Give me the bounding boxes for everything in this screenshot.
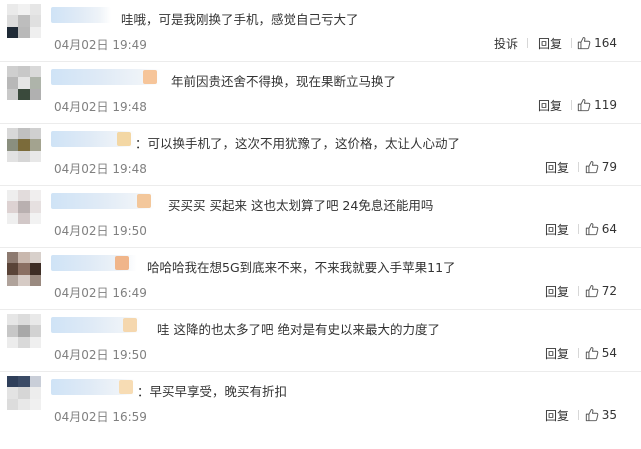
reply-button[interactable]: 回复 <box>545 345 569 362</box>
comment-time: 04月02日 19:48 <box>54 162 147 176</box>
comment-text: ：可以换手机了，这次不用犹豫了，这价格，太让人心动了 <box>135 136 461 151</box>
divider <box>527 38 528 48</box>
reply-button[interactable]: 回复 <box>538 97 562 114</box>
comment-item: 买买买 买起来 这也太划算了吧 24免息还能用吗 04月02日 19:50 回复… <box>0 186 641 248</box>
like-count: 79 <box>601 160 617 174</box>
badge-icon <box>123 318 137 332</box>
comment-text: 哈哈哈我在想5G到底来不来，不来我就要入手苹果11了 <box>147 260 456 275</box>
like-button[interactable]: 164 <box>577 35 617 51</box>
comment-item: 哇 这降的也太多了吧 绝对是有史以来最大的力度了 04月02日 19:50 回复… <box>0 310 641 372</box>
like-count: 164 <box>594 36 617 50</box>
comment-time: 04月02日 19:50 <box>54 348 147 362</box>
comment-time: 04月02日 19:50 <box>54 224 147 238</box>
thumbs-up-icon <box>585 161 599 174</box>
divider <box>578 286 579 296</box>
comment-time: 04月02日 19:49 <box>54 38 147 52</box>
reply-button[interactable]: 回复 <box>545 283 569 300</box>
username-blurred[interactable] <box>51 317 141 333</box>
username-blurred[interactable] <box>51 379 135 395</box>
avatar[interactable] <box>7 376 41 410</box>
username-blurred[interactable] <box>51 193 155 209</box>
divider <box>571 100 572 110</box>
comment-item: ：早买早享受，晚买有折扣 04月02日 16:59 回复 35 <box>0 372 641 449</box>
avatar[interactable] <box>7 128 41 162</box>
comment-text: 哇哦，可是我刚换了手机，感觉自己亏大了 <box>121 12 359 27</box>
divider <box>578 410 579 420</box>
avatar[interactable] <box>7 252 41 286</box>
thumbs-up-icon <box>585 409 599 422</box>
reply-button[interactable]: 回复 <box>538 35 562 52</box>
thumbs-up-icon <box>585 285 599 298</box>
comment-text: 买买买 买起来 这也太划算了吧 24免息还能用吗 <box>168 198 434 213</box>
badge-icon <box>117 132 131 146</box>
like-button[interactable]: 54 <box>585 345 617 361</box>
like-button[interactable]: 64 <box>585 221 617 237</box>
divider <box>578 162 579 172</box>
badge-icon <box>115 256 129 270</box>
reply-button[interactable]: 回复 <box>545 221 569 238</box>
reply-button[interactable]: 回复 <box>545 407 569 424</box>
badge-icon <box>119 380 133 394</box>
divider <box>578 348 579 358</box>
thumbs-up-icon <box>585 347 599 360</box>
comment-item: 年前因贵还舍不得换，现在果断立马换了 04月02日 19:48 回复 119 <box>0 62 641 124</box>
comment-item: 哇哦，可是我刚换了手机，感觉自己亏大了 04月02日 19:49 投诉 回复 1… <box>0 0 641 62</box>
avatar[interactable] <box>7 314 41 348</box>
like-button[interactable]: 35 <box>585 407 617 423</box>
badge-icon <box>137 194 151 208</box>
thumbs-up-icon <box>577 37 591 50</box>
divider <box>578 224 579 234</box>
thumbs-up-icon <box>577 99 591 112</box>
username-blurred[interactable] <box>51 69 161 85</box>
comment-time: 04月02日 16:49 <box>54 286 147 300</box>
username-blurred[interactable] <box>51 7 111 23</box>
like-count: 54 <box>601 346 617 360</box>
like-count: 35 <box>601 408 617 422</box>
reply-button[interactable]: 回复 <box>545 159 569 176</box>
thumbs-up-icon <box>585 223 599 236</box>
username-blurred[interactable] <box>51 255 137 271</box>
comment-item: ：可以换手机了，这次不用犹豫了，这价格，太让人心动了 04月02日 19:48 … <box>0 124 641 186</box>
comment-item: 哈哈哈我在想5G到底来不来，不来我就要入手苹果11了 04月02日 16:49 … <box>0 248 641 310</box>
like-button[interactable]: 79 <box>585 159 617 175</box>
report-button[interactable]: 投诉 <box>494 35 518 52</box>
like-count: 64 <box>601 222 617 236</box>
like-count: 119 <box>594 98 617 112</box>
like-button[interactable]: 119 <box>577 97 617 113</box>
comment-text: ：早买早享受，晚买有折扣 <box>137 384 288 399</box>
comment-text: 年前因贵还舍不得换，现在果断立马换了 <box>171 74 397 89</box>
avatar[interactable] <box>7 66 41 100</box>
badge-icon <box>143 70 157 84</box>
comment-time: 04月02日 16:59 <box>54 410 147 424</box>
like-count: 72 <box>601 284 617 298</box>
comment-time: 04月02日 19:48 <box>54 100 147 114</box>
comment-text: 哇 这降的也太多了吧 绝对是有史以来最大的力度了 <box>157 322 440 337</box>
comment-list: 哇哦，可是我刚换了手机，感觉自己亏大了 04月02日 19:49 投诉 回复 1… <box>0 0 641 449</box>
like-button[interactable]: 72 <box>585 283 617 299</box>
divider <box>571 38 572 48</box>
username-blurred[interactable] <box>51 131 135 147</box>
avatar[interactable] <box>7 4 41 38</box>
avatar[interactable] <box>7 190 41 224</box>
